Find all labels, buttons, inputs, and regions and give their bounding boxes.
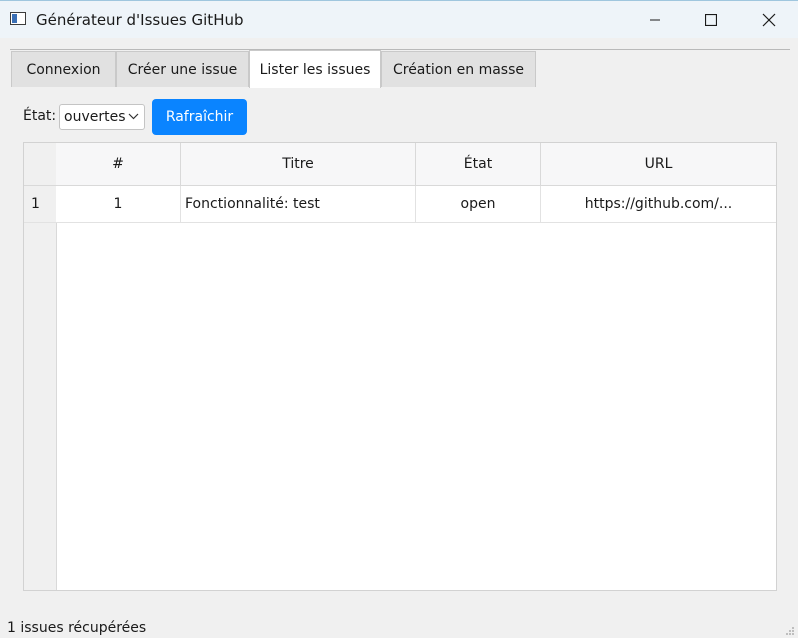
- column-header-state[interactable]: État: [416, 143, 541, 186]
- tab-creation-masse[interactable]: Création en masse: [381, 51, 536, 87]
- close-button[interactable]: [746, 1, 792, 39]
- state-select[interactable]: ouvertes: [59, 104, 145, 130]
- title-bar: Générateur d'Issues GitHub: [0, 0, 798, 38]
- column-header-number[interactable]: #: [56, 143, 181, 186]
- minimize-icon: [650, 19, 660, 21]
- refresh-button[interactable]: Rafraîchir: [152, 99, 247, 135]
- tab-strip-divider: [10, 49, 790, 50]
- cell-url[interactable]: https://github.com/...: [541, 186, 776, 223]
- row-header[interactable]: 1: [24, 186, 57, 223]
- tab-connexion[interactable]: Connexion: [11, 51, 116, 87]
- status-text: 1 issues récupérées: [7, 620, 147, 636]
- cell-number[interactable]: 1: [56, 186, 181, 223]
- tab-lister-issues[interactable]: Lister les issues: [249, 50, 381, 88]
- state-label: État:: [23, 108, 57, 124]
- app-window-icon: [10, 12, 26, 25]
- chevron-down-icon: [128, 113, 139, 120]
- state-select-value: ouvertes: [64, 109, 126, 125]
- resize-grip-icon[interactable]: [785, 626, 795, 636]
- column-header-title[interactable]: Titre: [181, 143, 416, 186]
- issues-table[interactable]: # Titre État URL 1 1 Fonctionnalité: tes…: [23, 142, 777, 591]
- maximize-button[interactable]: [688, 1, 734, 39]
- close-icon: [762, 13, 776, 27]
- maximize-icon: [705, 14, 717, 26]
- cell-state[interactable]: open: [416, 186, 541, 223]
- tab-creer-issue[interactable]: Créer une issue: [116, 51, 249, 87]
- table-corner[interactable]: [24, 143, 57, 186]
- minimize-button[interactable]: [632, 1, 678, 39]
- window-title: Générateur d'Issues GitHub: [36, 11, 244, 29]
- cell-title[interactable]: Fonctionnalité: test: [181, 186, 416, 223]
- column-header-url[interactable]: URL: [541, 143, 776, 186]
